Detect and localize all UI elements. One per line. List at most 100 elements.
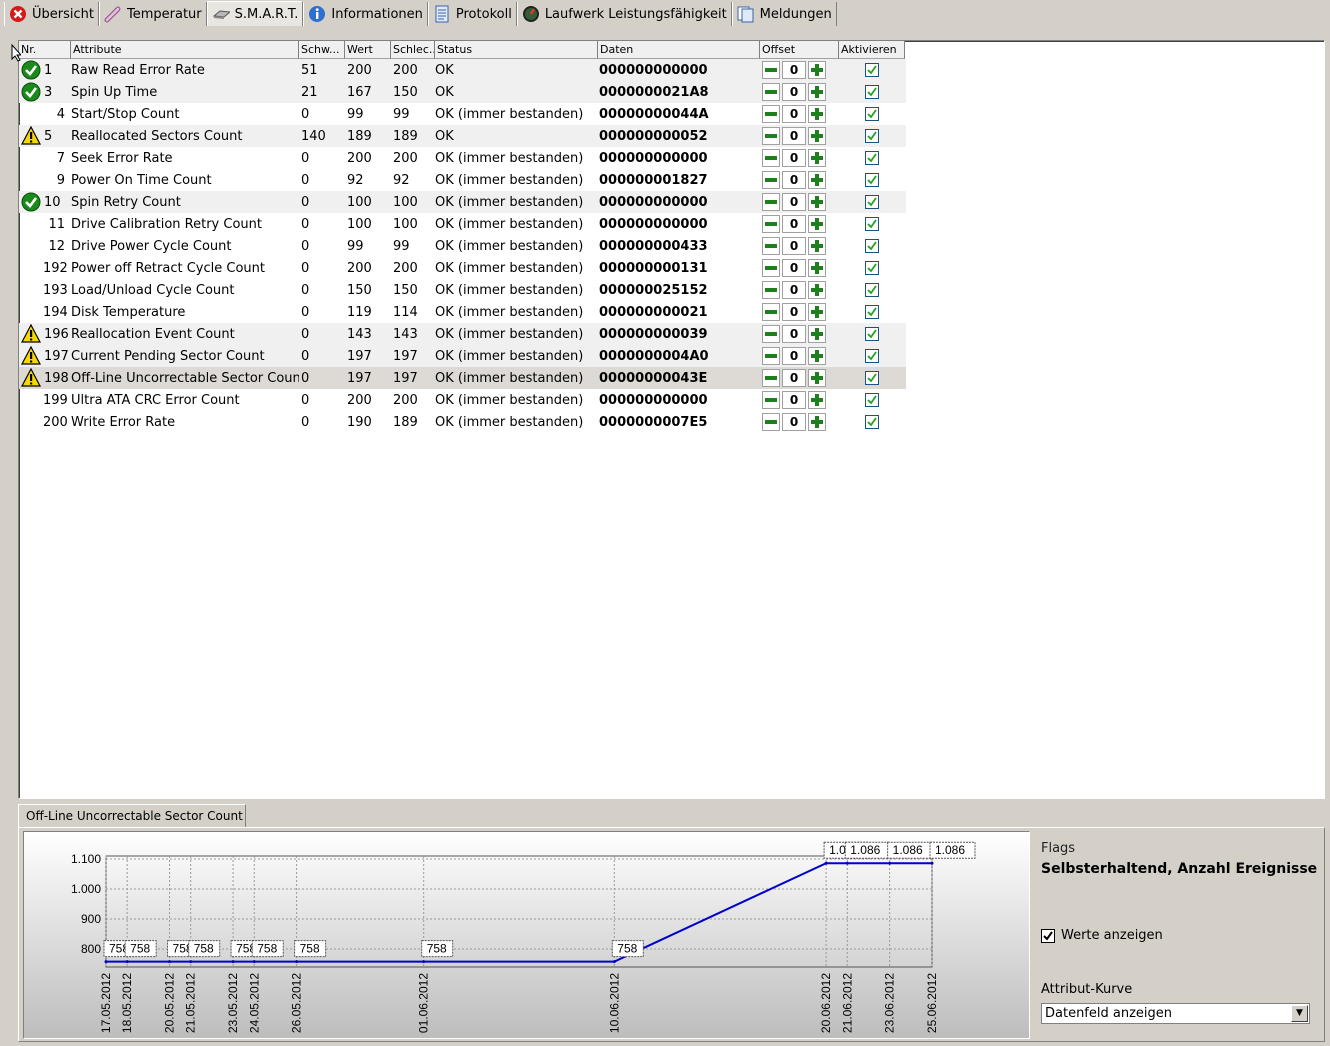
minus-icon[interactable]	[762, 303, 780, 321]
plus-icon[interactable]	[808, 61, 826, 79]
table-row[interactable]: 10 Spin Retry Count 0 100 100 OK (immer besta…	[19, 191, 906, 213]
plus-icon[interactable]	[808, 149, 826, 167]
table-row[interactable]: 7 Seek Error Rate 0 200 200 OK (immer bestand…	[19, 147, 906, 169]
minus-icon[interactable]	[762, 413, 780, 431]
tab-übersicht[interactable]: Übersicht	[4, 2, 99, 26]
column-header[interactable]: Aktivieren	[839, 41, 905, 59]
table-row[interactable]: 198 Off-Line Uncorrectable Sector Count 0 1…	[19, 367, 906, 389]
activate-checkbox[interactable]	[865, 305, 879, 319]
activate-checkbox[interactable]	[865, 283, 879, 297]
minus-icon[interactable]	[762, 391, 780, 409]
offset-value[interactable]: 0	[782, 347, 806, 365]
column-header[interactable]: Schw...	[299, 41, 345, 59]
tab-informationen[interactable]: Informationen	[303, 2, 428, 26]
table-row[interactable]: 11 Drive Calibration Retry Count 0 100 100 OK…	[19, 213, 906, 235]
activate-checkbox[interactable]	[865, 85, 879, 99]
activate-checkbox[interactable]	[865, 195, 879, 209]
table-row[interactable]: 199 Ultra ATA CRC Error Count 0 200 200 OK (i…	[19, 389, 906, 411]
plus-icon[interactable]	[808, 347, 826, 365]
plus-icon[interactable]	[808, 105, 826, 123]
minus-icon[interactable]	[762, 105, 780, 123]
plus-icon[interactable]	[808, 413, 826, 431]
offset-value[interactable]: 0	[782, 83, 806, 101]
plus-icon[interactable]	[808, 281, 826, 299]
activate-checkbox[interactable]	[865, 63, 879, 77]
table-row[interactable]: 1 Raw Read Error Rate 51 200 200 OK 0000000000…	[19, 59, 906, 81]
activate-checkbox[interactable]	[865, 129, 879, 143]
offset-value[interactable]: 0	[782, 105, 806, 123]
table-row[interactable]: 3 Spin Up Time 21 167 150 OK 0000000021A8 0	[19, 81, 906, 103]
plus-icon[interactable]	[808, 325, 826, 343]
activate-checkbox[interactable]	[865, 239, 879, 253]
offset-value[interactable]: 0	[782, 237, 806, 255]
tab-attribute-chart[interactable]: Off-Line Uncorrectable Sector Count	[18, 804, 246, 828]
chevron-down-icon[interactable]: ▼	[1291, 1005, 1308, 1022]
activate-checkbox[interactable]	[865, 415, 879, 429]
table-row[interactable]: 196 Reallocation Event Count 0 143 143 OK (im…	[19, 323, 906, 345]
plus-icon[interactable]	[808, 127, 826, 145]
table-row[interactable]: 193 Load/Unload Cycle Count 0 150 150 OK (imm…	[19, 279, 906, 301]
table-row[interactable]: 9 Power On Time Count 0 92 92 OK (immer besta…	[19, 169, 906, 191]
offset-value[interactable]: 0	[782, 325, 806, 343]
minus-icon[interactable]	[762, 61, 780, 79]
column-header[interactable]: Daten	[598, 41, 760, 59]
curve-select[interactable]: Datenfeld anzeigen ▼	[1041, 1003, 1310, 1024]
plus-icon[interactable]	[808, 391, 826, 409]
activate-checkbox[interactable]	[865, 173, 879, 187]
show-values-option[interactable]: Werte anzeigen	[1041, 928, 1163, 943]
offset-value[interactable]: 0	[782, 171, 806, 189]
plus-icon[interactable]	[808, 369, 826, 387]
minus-icon[interactable]	[762, 171, 780, 189]
tab-protokoll[interactable]: Protokoll	[427, 2, 517, 26]
offset-value[interactable]: 0	[782, 127, 806, 145]
plus-icon[interactable]	[808, 215, 826, 233]
column-header[interactable]: Schlec...	[391, 41, 435, 59]
plus-icon[interactable]	[808, 193, 826, 211]
offset-value[interactable]: 0	[782, 259, 806, 277]
minus-icon[interactable]	[762, 149, 780, 167]
tab-meldungen[interactable]: Meldungen	[731, 2, 837, 26]
tab-temperatur[interactable]: Temperatur	[98, 2, 207, 26]
column-header[interactable]: Wert	[345, 41, 391, 59]
table-row[interactable]: 12 Drive Power Cycle Count 0 99 99 OK (immer …	[19, 235, 906, 257]
minus-icon[interactable]	[762, 215, 780, 233]
offset-value[interactable]: 0	[782, 193, 806, 211]
activate-checkbox[interactable]	[865, 349, 879, 363]
plus-icon[interactable]	[808, 171, 826, 189]
minus-icon[interactable]	[762, 83, 780, 101]
table-row[interactable]: 197 Current Pending Sector Count 0 197 197 OK…	[19, 345, 906, 367]
offset-value[interactable]: 0	[782, 281, 806, 299]
plus-icon[interactable]	[808, 83, 826, 101]
table-row[interactable]: 4 Start/Stop Count 0 99 99 OK (immer bestande…	[19, 103, 906, 125]
column-header[interactable]: Offset	[760, 41, 839, 59]
table-row[interactable]: 5 Reallocated Sectors Count 140 189 189 OK 000…	[19, 125, 906, 147]
column-header[interactable]: Status	[435, 41, 598, 59]
activate-checkbox[interactable]	[865, 327, 879, 341]
activate-checkbox[interactable]	[865, 217, 879, 231]
offset-value[interactable]: 0	[782, 413, 806, 431]
activate-checkbox[interactable]	[865, 261, 879, 275]
column-header[interactable]: Nr.	[19, 41, 71, 59]
tab-s-m-a-r-t[interactable]: S.M.A.R.T.	[206, 1, 304, 26]
plus-icon[interactable]	[808, 303, 826, 321]
plus-icon[interactable]	[808, 259, 826, 277]
minus-icon[interactable]	[762, 237, 780, 255]
minus-icon[interactable]	[762, 281, 780, 299]
offset-value[interactable]: 0	[782, 369, 806, 387]
offset-value[interactable]: 0	[782, 303, 806, 321]
minus-icon[interactable]	[762, 347, 780, 365]
offset-value[interactable]: 0	[782, 391, 806, 409]
minus-icon[interactable]	[762, 193, 780, 211]
table-row[interactable]: 192 Power off Retract Cycle Count 0 200 200 O…	[19, 257, 906, 279]
activate-checkbox[interactable]	[865, 151, 879, 165]
minus-icon[interactable]	[762, 369, 780, 387]
plus-icon[interactable]	[808, 237, 826, 255]
table-row[interactable]: 194 Disk Temperature 0 119 114 OK (immer best…	[19, 301, 906, 323]
tab-laufwerk-leistungsfähigkeit[interactable]: Laufwerk Leistungsfähigkeit	[516, 2, 732, 26]
activate-checkbox[interactable]	[865, 393, 879, 407]
minus-icon[interactable]	[762, 325, 780, 343]
show-values-checkbox[interactable]	[1041, 928, 1055, 943]
offset-value[interactable]: 0	[782, 61, 806, 79]
minus-icon[interactable]	[762, 259, 780, 277]
offset-value[interactable]: 0	[782, 215, 806, 233]
